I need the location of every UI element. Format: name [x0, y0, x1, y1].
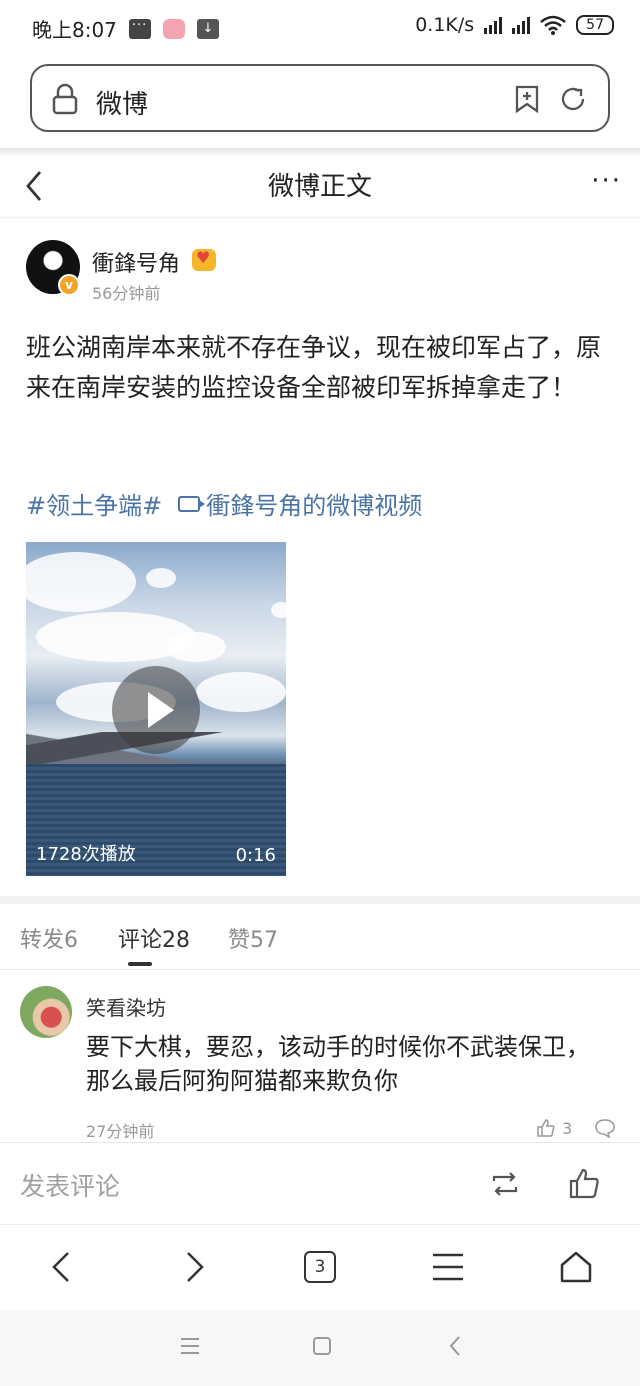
home-icon[interactable]: [558, 1249, 594, 1285]
status-bar: 晚上8:07 ↓ 0.1K/s 57: [0, 0, 640, 56]
like-icon[interactable]: [568, 1167, 602, 1201]
page-header: 微博正文 ···: [0, 156, 640, 218]
status-time: 晚上8:07: [32, 18, 117, 42]
shade: [0, 148, 640, 156]
video-duration: 0:16: [235, 845, 276, 866]
verified-badge-icon: v: [58, 274, 80, 296]
video-thumbnail[interactable]: 1728次播放 0:16: [26, 542, 286, 876]
comment-time: 27分钟前: [86, 1122, 155, 1141]
signal-icon: [484, 16, 503, 34]
address-bar[interactable]: 微博: [30, 64, 610, 132]
system-back-icon[interactable]: [444, 1334, 468, 1358]
interaction-tabs: 转发6 评论28 赞57: [0, 904, 640, 970]
fan-badge-icon: [192, 248, 216, 271]
refresh-icon[interactable]: [558, 84, 588, 114]
lock-icon: [52, 83, 78, 115]
active-tab-indicator: [128, 962, 152, 966]
menu-icon[interactable]: [430, 1249, 466, 1285]
system-navigation-bar: [0, 1310, 640, 1386]
comment-text: 要下大棋，要忍，该动手的时候你不武装保卫，那么最后阿狗阿猫都来欺负你: [86, 1033, 590, 1095]
reply-icon[interactable]: [594, 1118, 616, 1138]
tab-count-button[interactable]: 3: [304, 1251, 336, 1283]
post-time: 56分钟前: [92, 284, 161, 303]
comment-like-button[interactable]: 3: [536, 1118, 572, 1138]
tab-comments[interactable]: 评论28: [118, 922, 190, 954]
page-title: 微博正文: [267, 172, 372, 202]
download-icon: ↓: [196, 18, 219, 39]
net-speed: 0.1K/s: [415, 14, 475, 36]
section-divider: [0, 896, 640, 904]
video-play-count: 1728次播放: [36, 844, 136, 865]
message-icon: [128, 18, 151, 39]
comment-bar: 发表评论: [0, 1142, 640, 1224]
hashtag-link[interactable]: #领土争端#: [26, 486, 162, 521]
browser-toolbar: 3: [0, 1224, 640, 1310]
browser-back-icon[interactable]: [44, 1249, 80, 1285]
wifi-icon: [540, 15, 566, 35]
tab-reposts[interactable]: 转发6: [20, 922, 78, 954]
url-text[interactable]: 微博: [96, 84, 148, 121]
system-home-icon[interactable]: [310, 1334, 334, 1358]
more-button[interactable]: ···: [591, 166, 622, 196]
tab-likes[interactable]: 赞57: [228, 922, 278, 954]
battery-icon: 57: [576, 15, 614, 35]
comment-input[interactable]: 发表评论: [20, 1167, 120, 1203]
commenter-avatar[interactable]: [20, 986, 72, 1038]
recent-apps-icon[interactable]: [178, 1334, 202, 1358]
video-link[interactable]: 衝鋒号角的微博视频: [206, 486, 422, 521]
browser-forward-icon[interactable]: [176, 1249, 212, 1285]
signal-icon: [512, 16, 531, 34]
app-icon: [162, 18, 185, 39]
author-name[interactable]: 衝鋒号角: [92, 246, 180, 278]
post-links: #领土争端# 衝鋒号角的微博视频: [26, 486, 422, 521]
thumbs-up-icon: [537, 1119, 555, 1137]
bookmark-add-icon[interactable]: [512, 84, 542, 114]
post-text: 班公湖南岸本来就不存在争议，现在被印军占了，原来在南岸安装的监控设备全部被印军拆…: [26, 333, 602, 402]
commenter-name[interactable]: 笑看染坊: [86, 992, 166, 1021]
comment-like-count: 3: [562, 1118, 573, 1138]
repost-icon[interactable]: [488, 1167, 522, 1201]
video-icon: [178, 495, 206, 512]
play-button[interactable]: [112, 666, 200, 754]
